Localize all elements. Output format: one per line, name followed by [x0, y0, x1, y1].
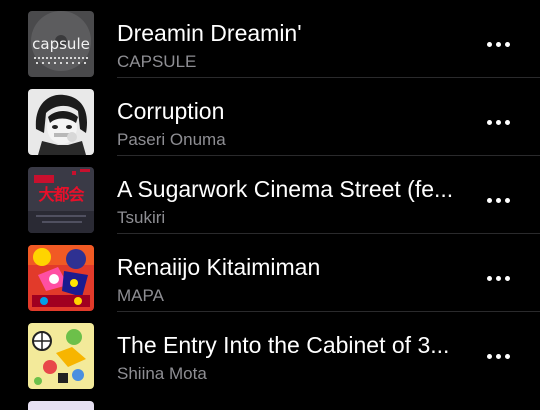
track-row[interactable]: Renaiijo Kitaimiman MAPA — [0, 234, 540, 312]
track-title: The Entry Into the Cabinet of 3... — [117, 332, 450, 358]
track-title: A Sugarwork Cinema Street (fe... — [117, 176, 454, 202]
ellipsis-icon[interactable] — [478, 106, 518, 138]
colorful-collage-album-art — [28, 245, 94, 311]
track-title: Corruption — [117, 98, 225, 124]
track-row[interactable]: The Entry Into the Cabinet of 3... Shiin… — [0, 312, 540, 390]
track-row[interactable]: capsule Dreamin Dreamin' CAPSULE — [0, 0, 540, 78]
track-row[interactable]: 大都会 A Sugarwork Cinema Street (fe... Tsu… — [0, 156, 540, 234]
ellipsis-icon[interactable] — [478, 340, 518, 372]
ellipsis-icon[interactable] — [478, 262, 518, 294]
album-art-lettering: 大都会 — [38, 185, 84, 204]
track-artist: MAPA — [117, 286, 164, 305]
track-title: Dreamin Dreamin' — [117, 20, 302, 46]
yellow-illustration-album-art-image — [28, 323, 94, 389]
anime-character-album-art — [28, 89, 94, 155]
track-title: Renaiijo Kitaimiman — [117, 254, 321, 280]
ellipsis-icon[interactable] — [478, 184, 518, 216]
track-artist: Paseri Onuma — [117, 130, 226, 149]
yellow-illustration-album-art — [28, 323, 94, 389]
anime-character-album-art-image — [28, 89, 94, 155]
red-poster-album-art: 大都会 — [28, 167, 94, 233]
track-artist: Tsukiri — [117, 208, 166, 227]
track-artist: CAPSULE — [117, 52, 197, 71]
track-artist: Shiina Mota — [117, 364, 207, 383]
capsule-album-art: capsule — [28, 11, 94, 77]
album-art-lettering: capsule — [32, 35, 90, 53]
colorful-collage-album-art-image — [28, 245, 94, 311]
ellipsis-icon[interactable] — [478, 28, 518, 60]
track-row[interactable]: Corruption Paseri Onuma — [0, 78, 540, 156]
partial-next-album-art — [28, 401, 94, 410]
